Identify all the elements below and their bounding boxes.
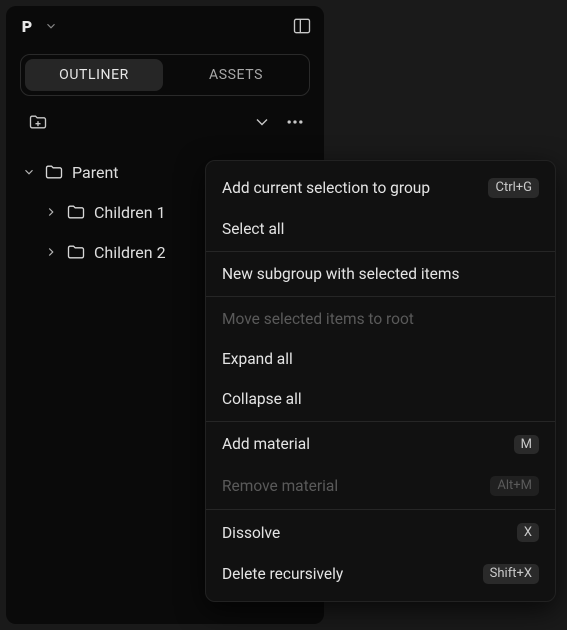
panel-header: P [6,6,324,46]
menu-item: Move selected items to root [206,299,555,339]
menu-separator [206,251,555,252]
folder-icon [66,242,86,262]
menu-item-label: New subgroup with selected items [222,265,539,283]
menu-separator [206,509,555,510]
outliner-toolbar [6,102,324,142]
menu-item-shortcut: Ctrl+G [488,178,539,198]
menu-separator [206,296,555,297]
panel-tabs: OUTLINER ASSETS [20,54,310,96]
menu-item-label: Remove material [222,477,482,495]
context-menu: Add current selection to group Ctrl+G Sele… [205,160,556,602]
tab-outliner[interactable]: OUTLINER [25,59,163,91]
menu-item: Remove material Alt+M [206,465,555,507]
chevron-right-icon[interactable] [44,205,58,219]
menu-item-label: Move selected items to root [222,310,539,328]
menu-item-shortcut: Alt+M [490,476,539,496]
menu-item[interactable]: Collapse all [206,379,555,419]
collapse-chevron-icon[interactable] [252,112,272,132]
menu-item-label: Add current selection to group [222,179,480,197]
tree-item-label: Children 1 [94,203,166,222]
menu-item-label: Expand all [222,350,539,368]
tree-item-label: Parent [72,163,119,182]
chevron-down-icon[interactable] [22,165,36,179]
menu-item-label: Delete recursively [222,565,475,583]
app-menu-chevron-icon[interactable] [44,19,58,33]
menu-item-label: Select all [222,220,539,238]
tree-item-label: Children 2 [94,243,166,262]
sidebar-toggle-icon[interactable] [292,16,312,36]
app-logo[interactable]: P [18,17,36,35]
chevron-right-icon[interactable] [44,245,58,259]
menu-item[interactable]: New subgroup with selected items [206,254,555,294]
menu-item-shortcut: X [517,523,539,543]
menu-item[interactable]: Add current selection to group Ctrl+G [206,167,555,209]
menu-item[interactable]: Dissolve X [206,512,555,554]
menu-item-shortcut: M [514,435,539,455]
menu-item[interactable]: Add material M [206,424,555,466]
menu-item-shortcut: Shift+X [483,564,539,584]
menu-item-label: Dissolve [222,524,509,542]
menu-item[interactable]: Select all [206,209,555,249]
menu-item-label: Collapse all [222,390,539,408]
menu-item[interactable]: Expand all [206,339,555,379]
menu-separator [206,421,555,422]
folder-icon [44,162,64,182]
menu-item[interactable]: Delete recursively Shift+X [206,553,555,595]
new-folder-icon[interactable] [28,112,48,132]
more-options-icon[interactable] [284,112,306,132]
tab-assets[interactable]: ASSETS [167,59,305,91]
menu-item-label: Add material [222,435,506,453]
folder-icon [66,202,86,222]
